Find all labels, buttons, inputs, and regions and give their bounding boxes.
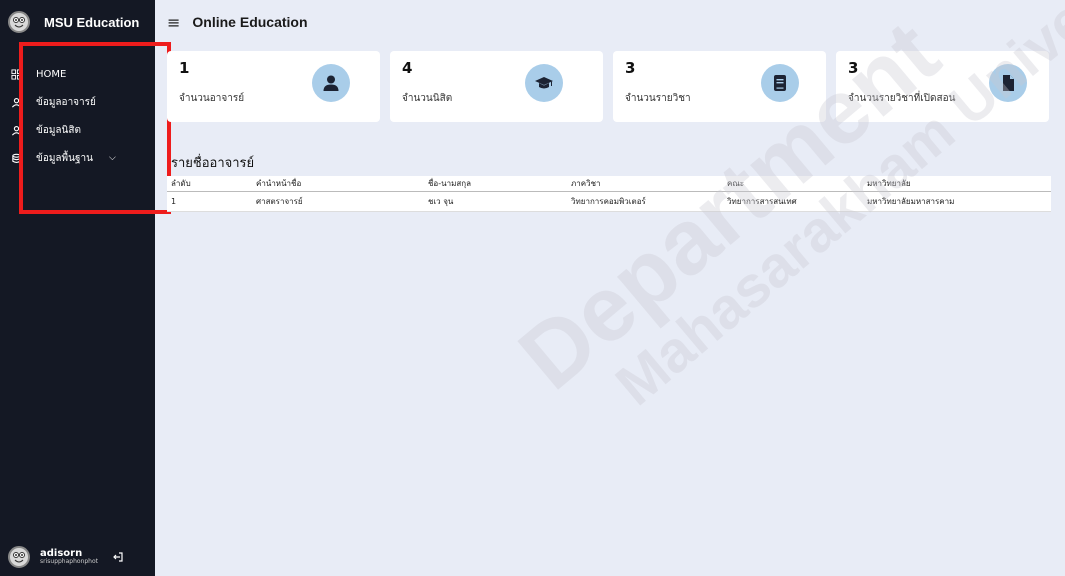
stat-label: จำนวนรายวิชา <box>625 93 691 104</box>
column-header[interactable]: คณะ <box>723 176 863 192</box>
chevron-down-icon[interactable]: ⌵ <box>109 153 116 163</box>
sidebar-item-label: HOME <box>36 68 67 80</box>
owl-logo-icon <box>8 11 30 33</box>
brand[interactable]: MSU Education <box>0 0 155 44</box>
grid-icon <box>10 68 22 80</box>
table-cell: ศาสตราจารย์ <box>252 191 424 212</box>
user-info: adisorn srisupphaphonphot <box>40 548 98 566</box>
user-icon <box>10 96 22 108</box>
user-icon <box>312 64 350 102</box>
column-header[interactable]: คำนำหน้าชื่อ <box>252 176 424 192</box>
table-row[interactable]: 1 ศาสตราจารย์ ชเว จุน วิทยาการคอมพิวเตอร… <box>167 191 1051 212</box>
table-cell: วิทยาการสารสนเทศ <box>723 191 863 212</box>
table-cell: มหาวิทยาลัยมหาสารคาม <box>863 191 1051 212</box>
database-icon <box>10 152 22 164</box>
sidebar-item-students[interactable]: ข้อมูลนิสิต <box>0 116 155 144</box>
column-header[interactable]: มหาวิทยาลัย <box>863 176 1051 192</box>
user-profile: adisorn srisupphaphonphot <box>0 538 155 576</box>
stat-label: จำนวนอาจารย์ <box>179 93 245 104</box>
stat-card-open-courses[interactable]: 3 จำนวนรายวิชาที่เปิดสอน <box>836 51 1049 122</box>
stat-value: 4 <box>402 59 413 77</box>
sidebar-item-teachers[interactable]: ข้อมูลอาจารย์ <box>0 88 155 116</box>
sidebar-item-label: ข้อมูลนิสิต <box>36 124 81 136</box>
stat-card-courses[interactable]: 3 จำนวนรายวิชา <box>613 51 826 122</box>
stat-value: 3 <box>625 59 636 77</box>
stat-card-students[interactable]: 4 จำนวนนิสิต <box>390 51 603 122</box>
stat-label: จำนวนรายวิชาที่เปิดสอน <box>848 93 956 104</box>
sidebar-item-label: ข้อมูลพื้นฐาน <box>36 152 93 164</box>
brand-name: MSU Education <box>44 14 140 30</box>
stat-value: 3 <box>848 59 859 77</box>
table-cell: วิทยาการคอมพิวเตอร์ <box>567 191 723 212</box>
graduation-cap-icon <box>525 64 563 102</box>
sidebar-item-basic-data[interactable]: ข้อมูลพื้นฐาน ⌵ <box>0 144 155 172</box>
table-cell: 1 <box>167 191 252 212</box>
topbar: ≡ Online Education <box>155 0 1065 44</box>
user-subtitle: srisupphaphonphot <box>40 558 99 566</box>
book-icon <box>761 64 799 102</box>
table-cell: ชเว จุน <box>424 191 567 212</box>
file-icon <box>989 64 1027 102</box>
column-header[interactable]: ชื่อ-นามสกุล <box>424 176 567 192</box>
section-title: รายชื่ออาจารย์ <box>171 156 255 171</box>
teachers-table: ลำดับ คำนำหน้าชื่อ ชื่อ-นามสกุล ภาควิชา … <box>167 176 1051 212</box>
stat-value: 1 <box>179 59 190 77</box>
user-icon <box>10 124 22 136</box>
stat-card-teachers[interactable]: 1 จำนวนอาจารย์ <box>167 51 380 122</box>
sidebar-item-label: ข้อมูลอาจารย์ <box>36 96 96 108</box>
sidebar-nav: HOME ข้อมูลอาจารย์ ข้อมูลนิสิต ข้อมูลพื้… <box>0 60 155 172</box>
column-header[interactable]: ภาควิชา <box>567 176 723 192</box>
column-header[interactable]: ลำดับ <box>167 176 252 192</box>
avatar[interactable] <box>8 546 30 568</box>
stat-label: จำนวนนิสิต <box>402 93 453 104</box>
logout-icon[interactable] <box>112 551 124 563</box>
sidebar-item-home[interactable]: HOME <box>0 60 155 88</box>
sidebar: MSU Education HOME ข้อมูลอาจารย์ ข้อมูลน… <box>0 0 155 576</box>
table-header-row: ลำดับ คำนำหน้าชื่อ ชื่อ-นามสกุล ภาควิชา … <box>167 176 1051 192</box>
hamburger-menu-icon[interactable]: ≡ <box>167 13 180 32</box>
page-title: Online Education <box>192 14 308 30</box>
